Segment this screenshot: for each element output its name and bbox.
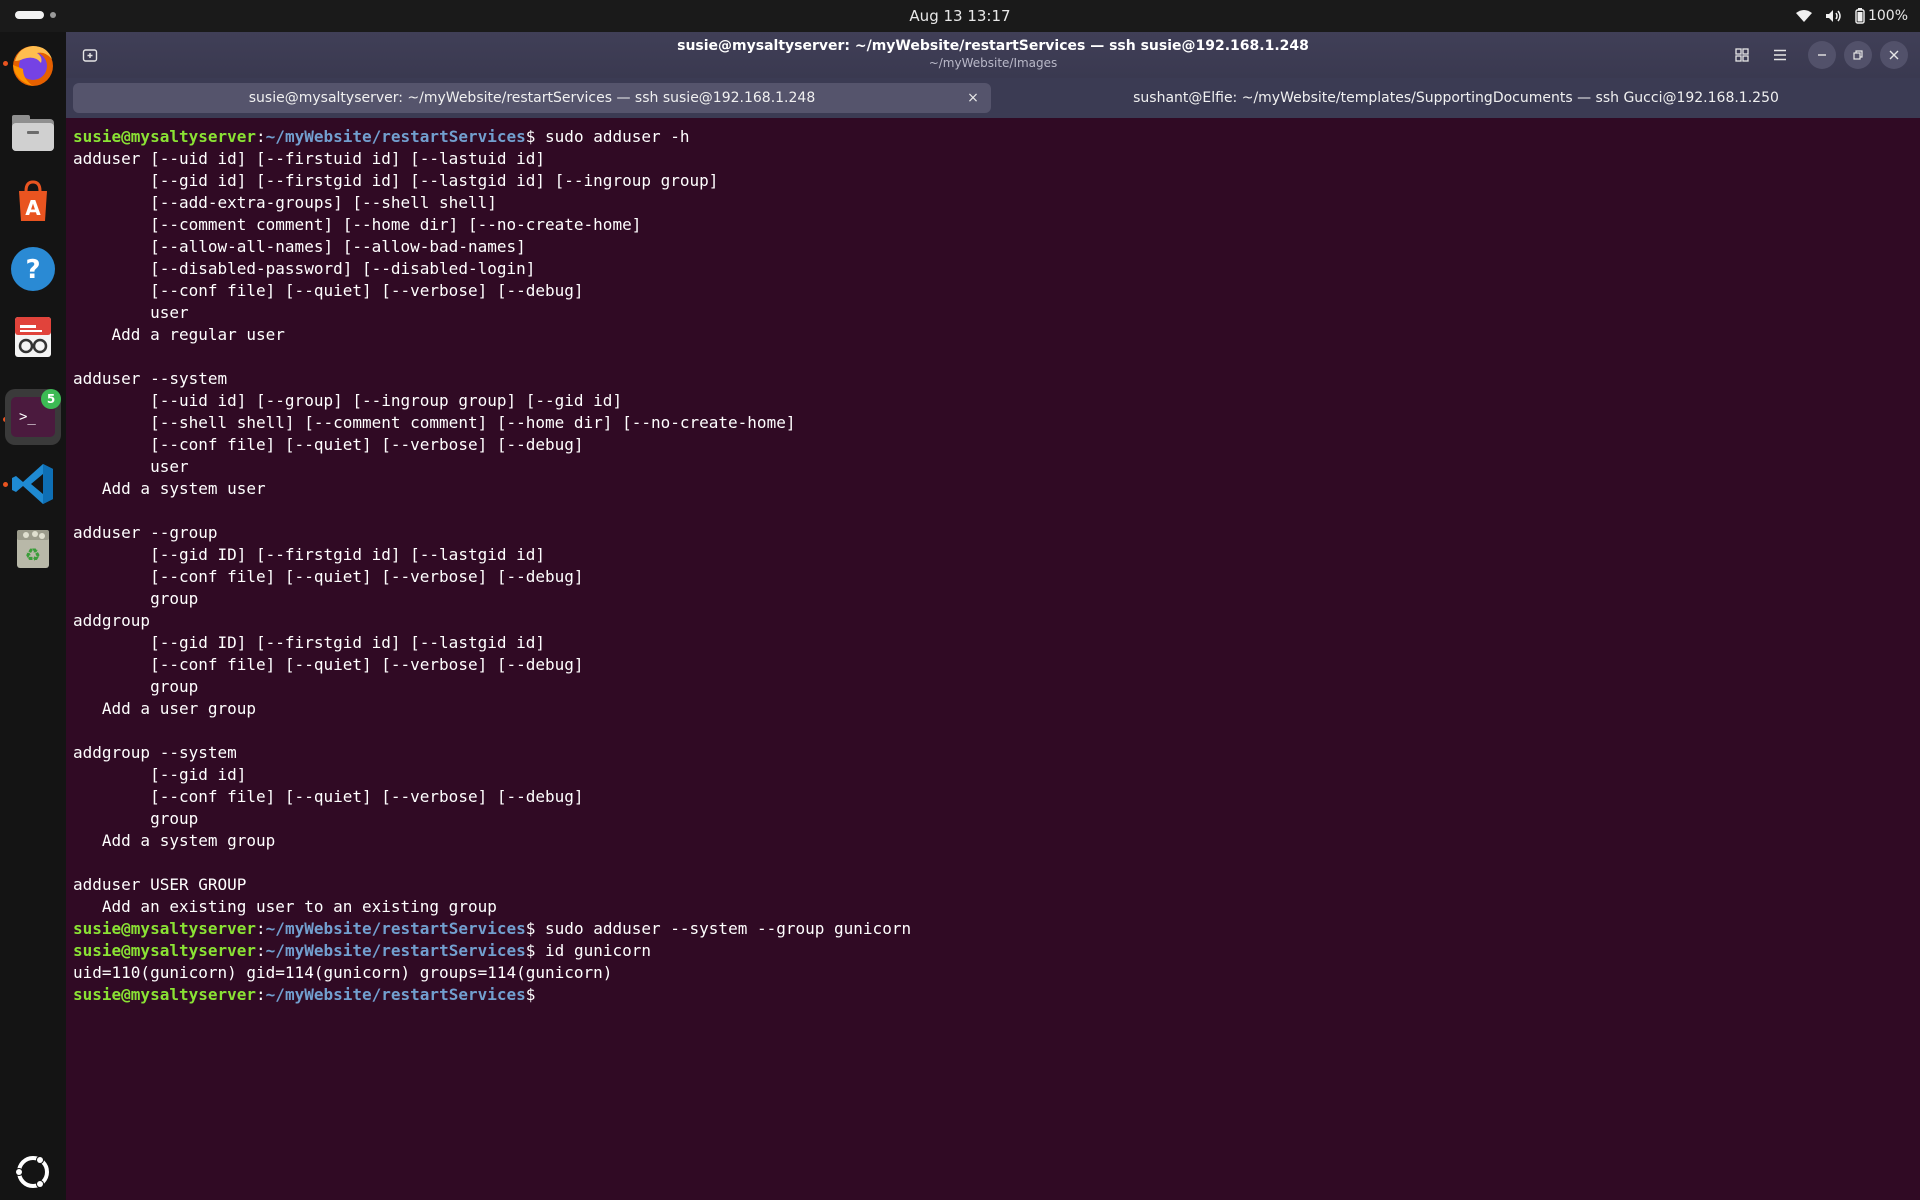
tab-label: sushant@Elfie: ~/myWebsite/templates/Sup… — [1133, 90, 1779, 106]
running-indicator — [3, 61, 8, 66]
output-line: addgroup --system — [73, 743, 237, 762]
command-text: id gunicorn — [535, 941, 651, 960]
firefox-icon[interactable] — [9, 41, 57, 89]
workspace-active-indicator — [15, 11, 44, 19]
output-line: [--allow-all-names] [--allow-bad-names] — [73, 237, 526, 256]
title-bar[interactable]: susie@mysaltyserver: ~/myWebsite/restart… — [66, 32, 1920, 78]
tab-label: susie@mysaltyserver: ~/myWebsite/restart… — [248, 90, 816, 106]
output-line: [--disabled-password] [--disabled-login] — [73, 259, 536, 278]
output-line: [--add-extra-groups] [--shell shell] — [73, 193, 497, 212]
terminal-output[interactable]: susie@mysaltyserver:~/myWebsite/restartS… — [73, 126, 1913, 1186]
svg-text:♻: ♻ — [25, 545, 41, 566]
tab-overview-button[interactable] — [1728, 41, 1756, 69]
tab-sushant[interactable]: sushant@Elfie: ~/myWebsite/templates/Sup… — [999, 83, 1913, 113]
output-line: [--comment comment] [--home dir] [--no-c… — [73, 215, 642, 234]
output-line: adduser --group — [73, 523, 218, 542]
output-line: [--conf file] [--quiet] [--verbose] [--d… — [73, 567, 584, 586]
output-line: [--conf file] [--quiet] [--verbose] [--d… — [73, 435, 584, 454]
prompt-line: susie@mysaltyserver:~/myWebsite/restartS… — [73, 941, 651, 960]
output-line: [--gid ID] [--firstgid id] [--lastgid id… — [73, 545, 546, 564]
svg-text:>_: >_ — [19, 409, 36, 425]
output-line: user — [73, 457, 189, 476]
output-line: uid=110(gunicorn) gid=114(gunicorn) grou… — [73, 963, 613, 982]
output-line: adduser USER GROUP — [73, 875, 247, 894]
running-indicator — [3, 482, 8, 487]
app-center-icon[interactable]: A — [9, 177, 57, 225]
vscode-icon[interactable] — [9, 460, 57, 508]
battery-percentage: 100% — [1867, 8, 1908, 24]
window-subtitle: ~/myWebsite/Images — [928, 56, 1058, 70]
output-line: [--conf file] [--quiet] [--verbose] [--d… — [73, 281, 584, 300]
output-line: [--shell shell] [--comment comment] [--h… — [73, 413, 796, 432]
output-line: adduser [--uid id] [--firstuid id] [--la… — [73, 149, 546, 168]
prompt-line: susie@mysaltyserver:~/myWebsite/restartS… — [73, 984, 1913, 1006]
svg-text:?: ? — [25, 255, 40, 285]
output-line: [--gid ID] [--firstgid id] [--lastgid id… — [73, 633, 546, 652]
output-line: [--conf file] [--quiet] [--verbose] [--d… — [73, 655, 584, 674]
svg-text:A: A — [25, 196, 41, 220]
output-line: [--conf file] [--quiet] [--verbose] [--d… — [73, 787, 584, 806]
output-line: [--gid id] [--firstgid id] [--lastgid id… — [73, 171, 719, 190]
output-line: group — [73, 809, 199, 828]
clock[interactable]: Aug 13 13:17 — [909, 7, 1010, 25]
close-window-button[interactable] — [1880, 41, 1908, 69]
terminal-icon[interactable]: >_ 5 — [5, 389, 61, 445]
minimize-button[interactable] — [1808, 41, 1836, 69]
menu-button[interactable] — [1766, 41, 1794, 69]
window-title: susie@mysaltyserver: ~/myWebsite/restart… — [677, 38, 1309, 54]
output-line: user — [73, 303, 189, 322]
close-tab-icon[interactable]: × — [963, 83, 983, 113]
output-line: adduser --system — [73, 369, 228, 388]
help-output: adduser [--uid id] [--firstuid id] [--la… — [73, 148, 1913, 918]
dock: A ? >_ 5 ♻ — [0, 32, 66, 1200]
battery-icon — [1855, 8, 1865, 24]
command-text: sudo adduser --system --group gunicorn — [535, 919, 912, 938]
output-line: group — [73, 677, 199, 696]
system-tray[interactable]: 100% — [1795, 0, 1908, 32]
cursor — [535, 985, 545, 1003]
workspace-indicator — [50, 12, 56, 18]
volume-icon — [1825, 9, 1843, 23]
output-line: Add a system group — [73, 831, 276, 850]
files-icon[interactable] — [9, 109, 57, 157]
output-line: [--uid id] [--group] [--ingroup group] [… — [73, 391, 623, 410]
output-line: addgroup — [73, 611, 151, 630]
tab-susie[interactable]: susie@mysaltyserver: ~/myWebsite/restart… — [73, 83, 991, 113]
wifi-icon — [1795, 9, 1813, 23]
output-line: Add an existing user to an existing grou… — [73, 897, 497, 916]
terminal-window: susie@mysaltyserver: ~/myWebsite/restart… — [66, 32, 1920, 1200]
notification-badge: 5 — [41, 389, 61, 409]
show-apps-icon[interactable] — [9, 1148, 57, 1196]
output-line: [--gid id] — [73, 765, 247, 784]
output-line: Add a regular user — [73, 325, 285, 344]
command-text: sudo adduser -h — [535, 127, 690, 146]
trash-icon[interactable]: ♻ — [9, 524, 57, 572]
text-editor-icon[interactable] — [9, 313, 57, 361]
tab-bar: susie@mysaltyserver: ~/myWebsite/restart… — [66, 78, 1920, 118]
activities-indicator[interactable] — [15, 11, 56, 19]
output-line: Add a user group — [73, 699, 257, 718]
prompt-line: susie@mysaltyserver:~/myWebsite/restartS… — [73, 127, 690, 146]
output-line: group — [73, 589, 199, 608]
top-bar: Aug 13 13:17 100% — [0, 0, 1920, 32]
help-icon[interactable]: ? — [9, 245, 57, 293]
output-line: Add a system user — [73, 479, 266, 498]
clock-container: Aug 13 13:17 — [0, 0, 1920, 32]
restore-button[interactable] — [1844, 41, 1872, 69]
prompt-line: susie@mysaltyserver:~/myWebsite/restartS… — [73, 919, 912, 938]
